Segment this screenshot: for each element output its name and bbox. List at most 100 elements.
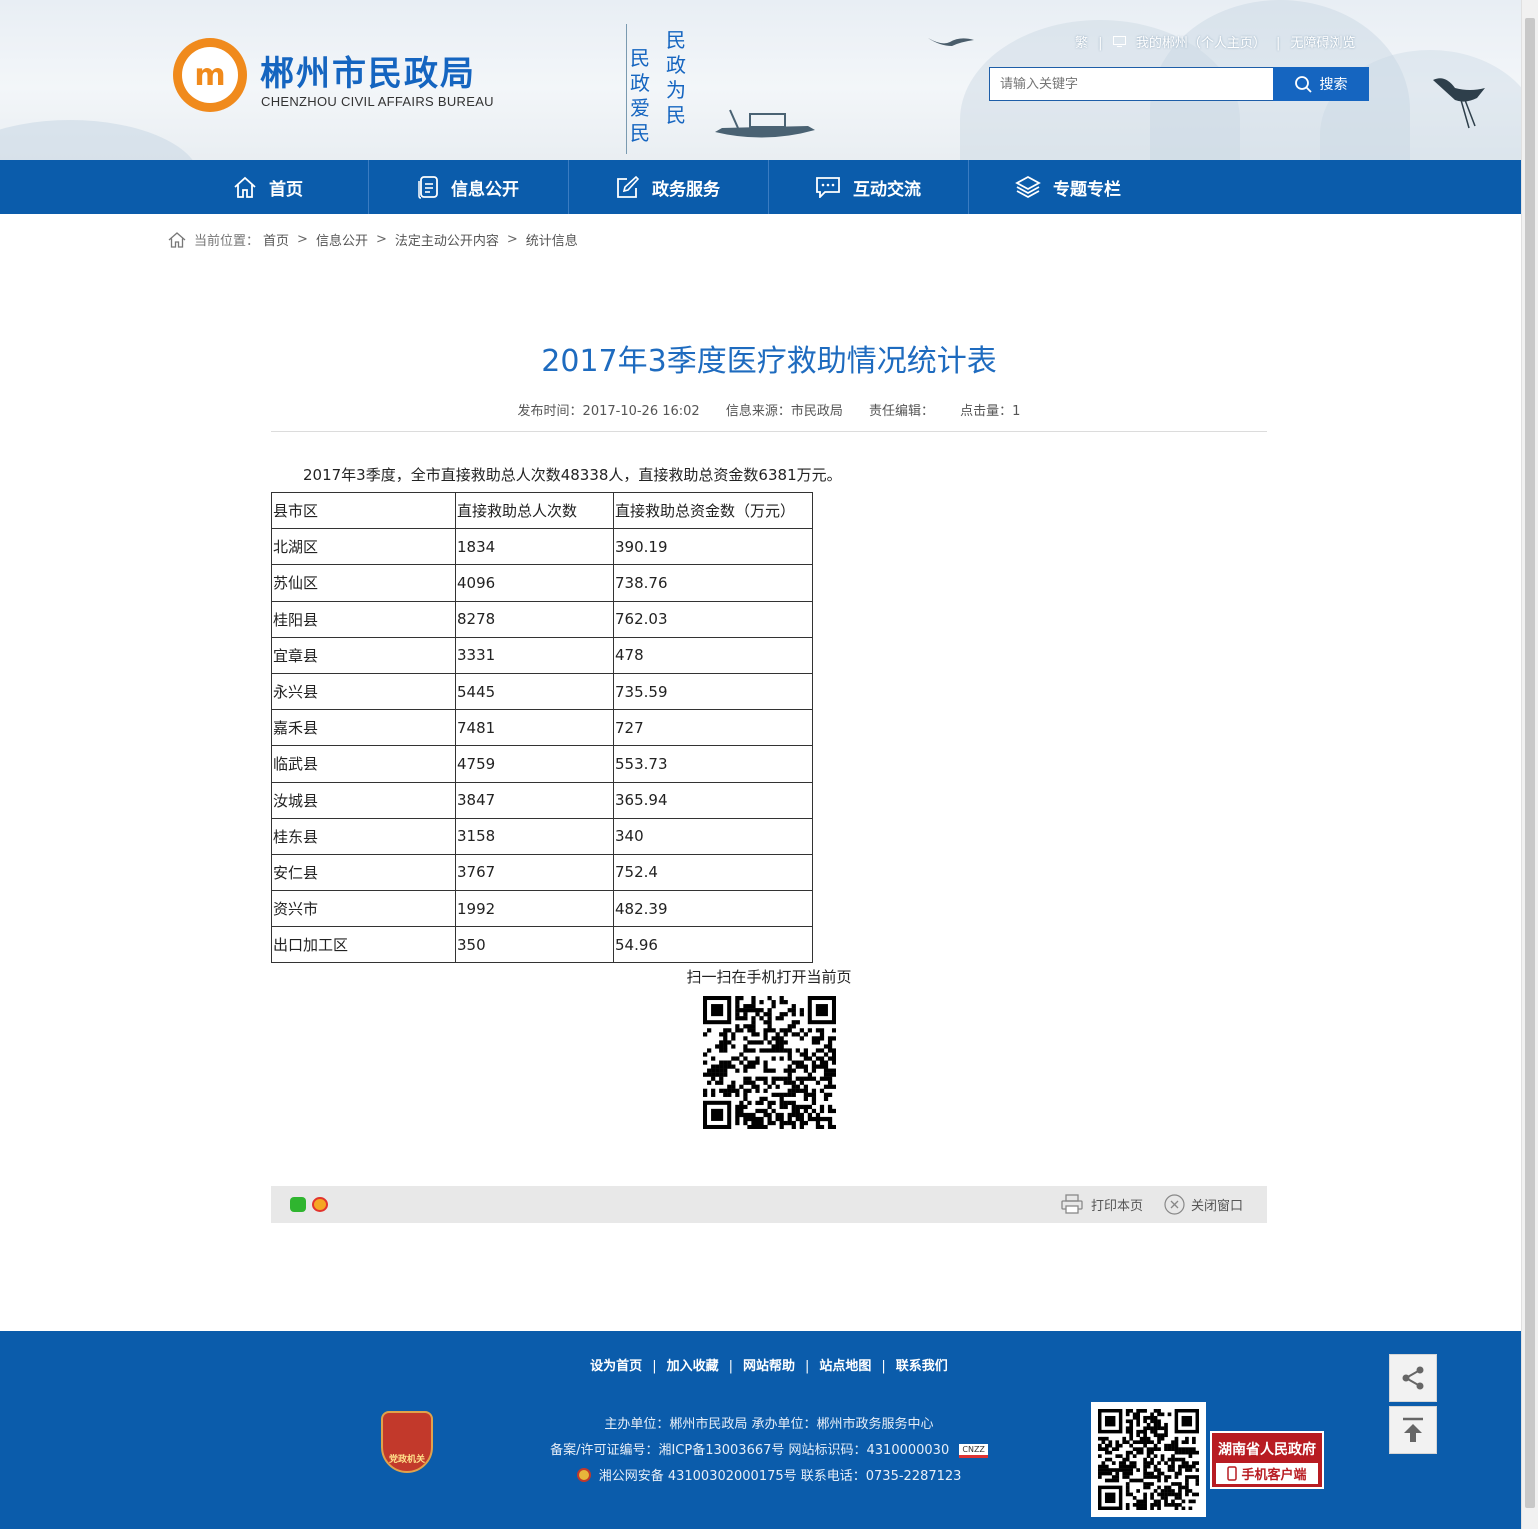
table-cell: 727 [613,709,813,747]
slogan-right: 民政为民 [663,28,689,128]
page-scrollbar[interactable] [1521,0,1538,1529]
table-cell: 482.39 [613,890,813,928]
main-nav: 首页 信息公开 政务服务 互动交流 专题专栏 [0,160,1521,214]
share-button[interactable] [1389,1354,1437,1402]
footer-link-separator: | [881,1359,886,1374]
breadcrumb-item-statutory[interactable]: 法定主动公开内容 [395,230,499,249]
table-cell: 桂阳县 [271,600,456,638]
table-row: 北湖区 1834 390.19 [271,528,813,566]
table-cell: 临武县 [271,745,456,783]
table-cell: 3847 [455,781,614,819]
weibo-share-icon[interactable] [312,1197,328,1212]
site-subtitle: CHENZHOU CIVIL AFFAIRS BUREAU [261,94,494,109]
close-label: 关闭窗口 [1191,1199,1244,1214]
info-source: 信息来源：市民政局 [725,404,843,419]
footer-icp-text: 备案/许可证编号：湘ICP备13003667号 网站标识码：4310000030 [550,1443,950,1458]
table-cell: 永兴县 [271,672,456,711]
search-input[interactable] [989,67,1274,101]
nav-label: 信息公开 [451,179,519,200]
search-button[interactable]: 搜索 [1273,67,1369,101]
breadcrumb-item-home[interactable]: 首页 [263,230,289,249]
table-cell: 3331 [455,636,614,674]
slogan-text: 民政爱民 [630,46,650,145]
share-icon [1402,1366,1424,1390]
footer-links: 设为首页 | 加入收藏 | 网站帮助 | 站点地图 | 联系我们 [0,1355,1538,1374]
footer-link-help[interactable]: 网站帮助 [743,1359,795,1374]
hunan-gov-app-link[interactable]: 湖南省人民政府 手机客户端 [1210,1431,1324,1489]
chat-icon [816,177,840,198]
logo-letter: m [194,57,226,93]
nav-item-gov-service[interactable]: 政务服务 [568,160,768,214]
footer-qr-code [1091,1402,1206,1517]
table-cell: 宜章县 [271,636,456,674]
table-cell: 3158 [455,817,614,855]
breadcrumb: 当前位置： 首页 > 信息公开 > 法定主动公开内容 > 统计信息 [168,230,578,249]
table-cell: 苏仙区 [271,564,456,602]
table-cell: 北湖区 [271,528,456,566]
table-header-row: 县市区 直接救助总人次数 直接救助总资金数（万元） [271,491,813,530]
home-icon [234,176,256,198]
document-icon [418,176,438,199]
header-banner: m 郴州市民政局 CHENZHOU CIVIL AFFAIRS BUREAU 民… [0,0,1521,160]
breadcrumb-separator: > [506,232,518,247]
article-meta: 发布时间：2017-10-26 16:02 信息来源：市民政局 责任编辑： 点击… [271,400,1267,419]
print-button[interactable]: 打印本页 [1061,1194,1143,1214]
table-row: 资兴市 1992 482.39 [271,890,813,928]
nav-item-info-public[interactable]: 信息公开 [368,160,568,214]
top-link-separator: | [1098,36,1103,51]
table-cell: 3767 [455,853,614,892]
nav-item-home[interactable]: 首页 [168,160,368,214]
nav-label: 互动交流 [853,179,921,200]
table-row: 嘉禾县 7481 727 [271,709,813,747]
table-cell: 762.03 [613,600,813,638]
slogan-text: 民政为民 [666,28,686,127]
table-cell: 4096 [455,564,614,602]
site-logo[interactable]: m [173,38,247,112]
footer-link-bookmark[interactable]: 加入收藏 [667,1359,719,1374]
table-cell: 1992 [455,890,614,928]
printer-icon [1061,1194,1083,1214]
table-cell: 553.73 [613,745,813,783]
footer: 设为首页 | 加入收藏 | 网站帮助 | 站点地图 | 联系我们 党政机关 主办单位：郴州市民政… [0,1331,1521,1529]
mobile-phone-icon [1227,1466,1238,1481]
breadcrumb-item-info-public[interactable]: 信息公开 [316,230,368,249]
hit-count: 点击量：1 [960,404,1021,419]
edit-icon [617,175,640,198]
accessible-browse-link[interactable]: 无障碍浏览 [1291,36,1356,51]
nav-item-interaction[interactable]: 互动交流 [768,160,968,214]
my-chenzhou-link[interactable]: 我的郴州（个人主页） [1136,36,1266,51]
page: m 郴州市民政局 CHENZHOU CIVIL AFFAIRS BUREAU 民… [0,0,1538,1529]
nav-item-special-topics[interactable]: 专题专栏 [968,160,1168,214]
hunan-gov-title: 湖南省人民政府 [1218,1442,1316,1458]
breadcrumb-prefix: 当前位置： [194,234,260,249]
breadcrumb-item-statistics[interactable]: 统计信息 [526,230,578,249]
table-row: 桂东县 3158 340 [271,817,813,855]
hunan-gov-client-label: 手机客户端 [1241,1468,1307,1483]
scrollbar-thumb[interactable] [1525,18,1535,1508]
nav-label: 专题专栏 [1053,179,1121,200]
search-button-label: 搜索 [1319,77,1348,93]
footer-link-sitemap[interactable]: 站点地图 [819,1359,871,1374]
footer-link-contact[interactable]: 联系我们 [896,1359,948,1374]
monitor-icon [1112,36,1130,51]
footer-link-set-home[interactable]: 设为首页 [590,1359,642,1374]
table-row: 汝城县 3847 365.94 [271,781,813,819]
top-link-separator: | [1275,36,1281,51]
cnzz-badge[interactable]: CNZZ [959,1443,988,1458]
table-cell: 资兴市 [271,890,456,928]
back-to-top-button[interactable] [1389,1406,1437,1454]
table-cell: 365.94 [613,781,813,819]
responsible-editor: 责任编辑： [869,404,935,419]
top-links: 繁 | 我的郴州（个人主页） | 无障碍浏览 [1072,32,1359,51]
crane-illustration [1433,78,1485,129]
table-cell: 7481 [455,709,614,747]
boat-illustration [715,109,815,138]
footer-link-separator: | [652,1359,657,1374]
table-cell: 752.4 [613,853,813,892]
wechat-share-icon[interactable] [290,1197,306,1212]
traditional-chinese-link[interactable]: 繁 [1075,36,1088,51]
table-cell: 738.76 [613,564,813,602]
close-window-button[interactable]: 关闭窗口 [1164,1194,1243,1215]
nav-label: 首页 [269,179,303,200]
footer-qr-image [1098,1409,1200,1511]
